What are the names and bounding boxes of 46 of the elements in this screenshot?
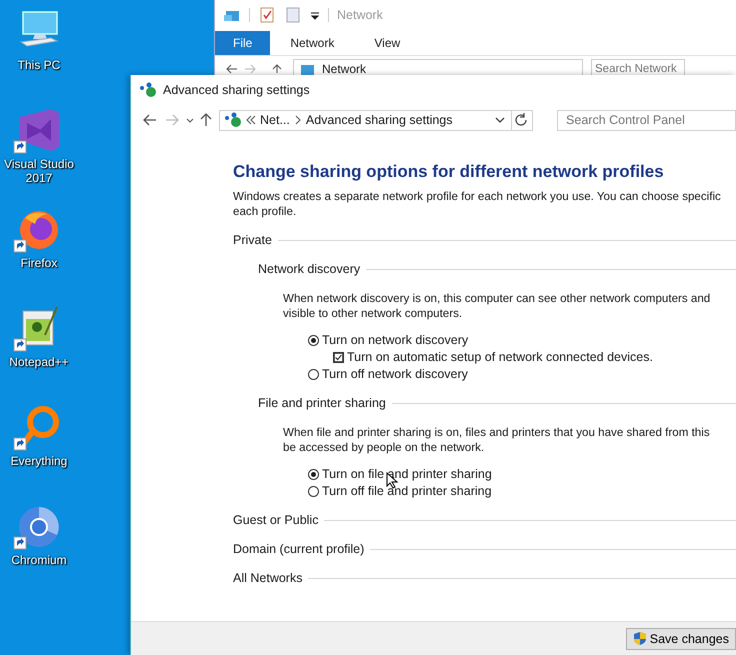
icon-label: Chromium: [11, 553, 67, 567]
section-header[interactable]: Private: [233, 233, 272, 248]
page-heading: Change sharing options for different network profiles: [233, 161, 665, 183]
up-icon[interactable]: [199, 111, 213, 129]
option-label[interactable]: Turn off file and printer sharing: [322, 484, 492, 499]
properties-icon[interactable]: [258, 6, 276, 24]
address-text: Network: [322, 62, 366, 76]
overflow-icon[interactable]: [246, 113, 256, 127]
window-title: Network: [337, 8, 383, 22]
chevron-icon[interactable]: [294, 113, 302, 127]
radio-button[interactable]: [308, 335, 319, 346]
icon-label: Everything: [10, 454, 68, 468]
description-text: Windows creates a separate network profile for each network you use. You can choose specific: [233, 189, 722, 204]
group-header[interactable]: File and printer sharing: [258, 396, 386, 411]
radio-button[interactable]: [308, 486, 319, 497]
breadcrumb-item[interactable]: Advanced sharing settings: [306, 113, 452, 127]
icon-label: This PC: [18, 58, 60, 72]
checkbox[interactable]: [333, 352, 344, 363]
address-bar[interactable]: Net... Advanced sharing settings: [219, 110, 534, 130]
group-header[interactable]: Network discovery: [258, 262, 360, 277]
description-text: When network discovery is on, this computer can see other network computers and: [283, 291, 712, 306]
section-header[interactable]: Guest or Public: [233, 513, 318, 528]
icon-label: Notepad++: [9, 355, 69, 369]
shield-icon: [632, 631, 647, 646]
ribbon-tab[interactable]: File: [215, 31, 270, 55]
radio-button[interactable]: [308, 469, 319, 480]
search-field[interactable]: Search Control Panel: [557, 110, 736, 130]
option-label[interactable]: Turn off network discovery: [322, 367, 468, 382]
network-sharing-icon: [224, 112, 242, 128]
section-header[interactable]: Domain (current profile): [233, 542, 364, 557]
option-label[interactable]: Turn on automatic setup of network connected devices.: [347, 350, 653, 365]
window-title: Advanced sharing settings: [163, 83, 310, 97]
description-text: be accessed by people on the network.: [283, 440, 486, 455]
save-button[interactable]: Save changes: [626, 628, 736, 650]
radio-button[interactable]: [308, 369, 319, 380]
option-label[interactable]: Turn on network discovery: [322, 333, 468, 348]
breadcrumb-item[interactable]: Net...: [260, 113, 290, 127]
description-text: visible to other network computers.: [283, 306, 464, 321]
section-header[interactable]: All Networks: [233, 571, 302, 586]
description-text: each profile.: [233, 204, 298, 219]
icon-label: Visual Studio 2017: [3, 157, 75, 185]
ribbon-tab[interactable]: View: [354, 31, 420, 55]
description-text: When file and printer sharing is on, files and printers that you have shared from this: [283, 425, 711, 440]
ribbon-tab[interactable]: Network: [270, 31, 354, 55]
network-sharing-icon: [139, 82, 157, 98]
icon-label: Firefox: [20, 256, 58, 270]
